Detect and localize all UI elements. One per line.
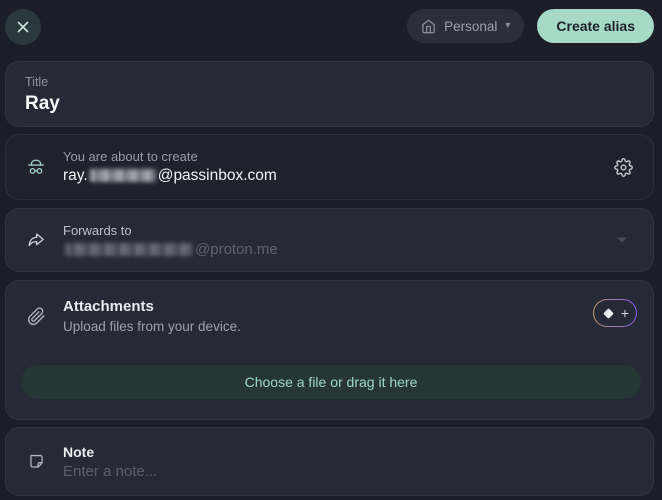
vault-switcher-button[interactable]: Personal ▾: [407, 9, 524, 43]
plus-icon: +: [621, 306, 629, 320]
note-label: Note: [63, 444, 157, 460]
forwards-domain: @proton.me: [195, 241, 278, 258]
note-field-card[interactable]: Note Enter a note...: [5, 427, 654, 496]
upgrade-add-attachment-button[interactable]: +: [593, 299, 637, 327]
vault-switcher-label: Personal: [444, 19, 497, 34]
alias-domain: @passinbox.com: [158, 167, 277, 184]
attachments-title: Attachments: [63, 298, 241, 315]
header-actions: Personal ▾ Create alias: [407, 9, 654, 43]
close-button[interactable]: [5, 9, 41, 45]
create-alias-screen: Personal ▾ Create alias Title Ray You ar…: [0, 0, 662, 500]
home-icon: [421, 19, 436, 34]
forwards-label: Forwards to: [63, 223, 278, 238]
attachments-card: Attachments Upload files from your devic…: [5, 280, 654, 420]
redacted-forward-local-part: [65, 243, 193, 256]
create-alias-button[interactable]: Create alias: [537, 9, 654, 43]
title-value[interactable]: Ray: [25, 93, 634, 115]
alias-preview-card: You are about to create ray. @passinbox.c…: [5, 134, 654, 200]
alias-address: ray. @passinbox.com: [63, 167, 277, 185]
gear-icon: [614, 158, 633, 177]
dropdown-chevron-icon: [617, 238, 627, 243]
title-field-card[interactable]: Title Ray: [5, 61, 654, 127]
alias-preview-label: You are about to create: [63, 149, 277, 164]
forward-arrow-icon: [24, 230, 48, 251]
alias-spy-icon: [24, 156, 48, 178]
alias-local-prefix: ray.: [63, 167, 88, 184]
note-icon: [24, 452, 48, 471]
title-label: Title: [25, 75, 634, 89]
chevron-down-icon: ▾: [505, 21, 510, 31]
alias-settings-button[interactable]: [608, 152, 638, 182]
attachments-subtitle: Upload files from your device.: [63, 319, 241, 334]
diamond-icon: [601, 306, 616, 321]
choose-file-button[interactable]: Choose a file or drag it here: [21, 365, 641, 399]
forwards-to-select[interactable]: Forwards to @proton.me: [5, 208, 654, 272]
redacted-alias-local-part: [90, 169, 156, 182]
note-placeholder[interactable]: Enter a note...: [63, 463, 157, 480]
paperclip-icon: [24, 307, 48, 326]
forwards-address: @proton.me: [63, 241, 278, 258]
close-icon: [16, 20, 30, 34]
